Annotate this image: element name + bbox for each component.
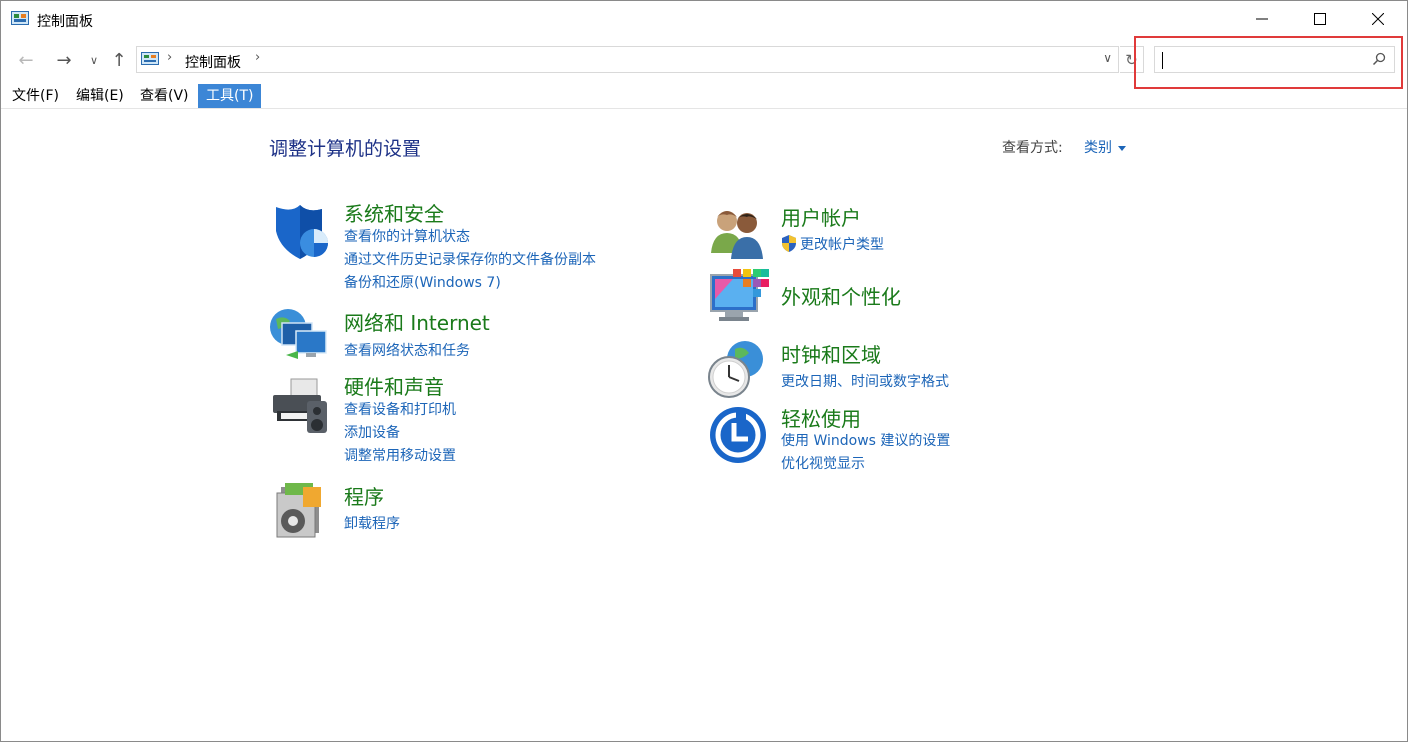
address-history-dropdown-icon[interactable]: ∨ bbox=[1103, 51, 1112, 65]
dropdown-arrow-icon bbox=[1118, 145, 1126, 151]
text-cursor bbox=[1162, 52, 1163, 69]
category-appearance-personalization[interactable]: 外观和个性化 bbox=[781, 281, 901, 310]
back-button[interactable]: ← bbox=[13, 49, 39, 71]
control-panel-window: 控制面板 ← → ∨ ↑ › 控制面板 › ∨ ↻ 文件(F) 编辑(E) 查看… bbox=[0, 0, 1408, 742]
link-change-date-time-format[interactable]: 更改日期、时间或数字格式 bbox=[781, 371, 949, 391]
appearance-monitor-icon[interactable] bbox=[709, 269, 769, 329]
link-backup-restore[interactable]: 备份和还原(Windows 7) bbox=[344, 272, 501, 292]
minimize-icon bbox=[1256, 18, 1268, 20]
category-programs[interactable]: 程序 bbox=[344, 481, 384, 510]
link-windows-recommended-settings[interactable]: 使用 Windows 建议的设置 bbox=[781, 430, 950, 450]
menu-edit[interactable]: 编辑(E) bbox=[71, 84, 129, 108]
link-change-account-type[interactable]: 更改帐户类型 bbox=[781, 234, 884, 254]
close-button[interactable] bbox=[1349, 1, 1407, 37]
search-input[interactable] bbox=[1154, 46, 1395, 73]
uac-shield-icon bbox=[782, 235, 796, 252]
recent-locations-button[interactable]: ∨ bbox=[87, 49, 101, 71]
window-title: 控制面板 bbox=[37, 14, 93, 30]
menu-bar: 文件(F) 编辑(E) 查看(V) 工具(T) bbox=[1, 84, 1407, 109]
breadcrumb-separator[interactable]: › bbox=[167, 50, 172, 65]
breadcrumb-control-panel[interactable]: 控制面板 bbox=[185, 52, 241, 72]
arrow-up-icon: ↑ bbox=[111, 49, 127, 71]
title-bar[interactable]: 控制面板 bbox=[1, 1, 1407, 39]
link-file-history-backup[interactable]: 通过文件历史记录保存你的文件备份副本 bbox=[344, 249, 596, 269]
close-icon bbox=[1372, 13, 1384, 25]
address-bar[interactable]: › 控制面板 › ∨ bbox=[136, 46, 1119, 73]
clock-globe-icon[interactable] bbox=[707, 339, 767, 399]
category-network-internet[interactable]: 网络和 Internet bbox=[344, 307, 490, 336]
category-user-accounts[interactable]: 用户帐户 bbox=[781, 202, 861, 231]
breadcrumb-separator[interactable]: › bbox=[255, 50, 260, 65]
link-uninstall-program[interactable]: 卸载程序 bbox=[344, 513, 400, 533]
forward-button[interactable]: → bbox=[51, 49, 77, 71]
control-panel-app-icon bbox=[11, 11, 29, 25]
category-ease-of-access[interactable]: 轻松使用 bbox=[781, 403, 861, 432]
security-shield-icon[interactable] bbox=[270, 203, 330, 263]
category-clock-region[interactable]: 时钟和区域 bbox=[781, 339, 881, 368]
link-view-computer-status[interactable]: 查看你的计算机状态 bbox=[344, 226, 470, 246]
network-globe-icon[interactable] bbox=[268, 305, 328, 365]
view-by-dropdown[interactable]: 类别 bbox=[1084, 137, 1126, 157]
user-accounts-icon[interactable] bbox=[709, 205, 769, 265]
page-title: 调整计算机的设置 bbox=[269, 138, 422, 160]
link-change-account-type-label: 更改帐户类型 bbox=[800, 237, 884, 253]
link-optimize-visual-display[interactable]: 优化视觉显示 bbox=[781, 453, 865, 473]
ease-of-access-icon[interactable] bbox=[708, 405, 768, 465]
menu-view[interactable]: 查看(V) bbox=[135, 84, 194, 108]
view-by-value: 类别 bbox=[1084, 140, 1112, 156]
minimize-button[interactable] bbox=[1233, 1, 1291, 37]
arrow-right-icon: → bbox=[56, 49, 72, 71]
link-view-devices-printers[interactable]: 查看设备和打印机 bbox=[344, 399, 456, 419]
link-mobility-settings[interactable]: 调整常用移动设置 bbox=[344, 445, 456, 465]
up-button[interactable]: ↑ bbox=[107, 49, 131, 71]
menu-file[interactable]: 文件(F) bbox=[7, 84, 64, 108]
control-panel-location-icon bbox=[141, 52, 159, 65]
maximize-button[interactable] bbox=[1291, 1, 1349, 37]
category-system-security[interactable]: 系统和安全 bbox=[344, 198, 444, 227]
programs-disc-icon[interactable] bbox=[271, 479, 331, 539]
view-by-label: 查看方式: bbox=[1002, 140, 1063, 156]
chevron-down-icon: ∨ bbox=[89, 53, 99, 67]
category-hardware-sound[interactable]: 硬件和声音 bbox=[344, 371, 444, 400]
printer-speaker-icon[interactable] bbox=[269, 377, 329, 437]
menu-tools[interactable]: 工具(T) bbox=[198, 84, 262, 108]
maximize-icon bbox=[1314, 13, 1326, 25]
link-add-device[interactable]: 添加设备 bbox=[344, 422, 400, 442]
search-icon[interactable] bbox=[1372, 52, 1386, 66]
arrow-left-icon: ← bbox=[18, 49, 34, 71]
link-view-network-status[interactable]: 查看网络状态和任务 bbox=[344, 340, 470, 360]
